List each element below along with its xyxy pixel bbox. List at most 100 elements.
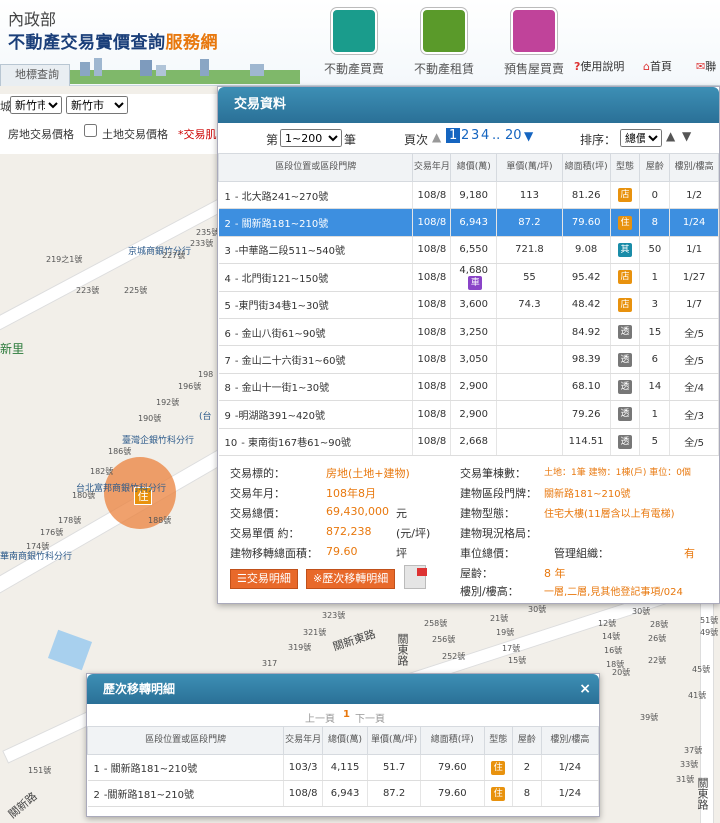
site-title[interactable]: 不動產交易實價查詢服務網 — [8, 28, 218, 53]
page-prev-icon[interactable]: ▲ — [432, 130, 441, 144]
property-type-icon: 透 — [618, 325, 632, 340]
deal-unit-price-cell: 113 — [496, 181, 563, 210]
map-address-number: 151號 — [28, 766, 52, 775]
help-link[interactable]: ?使用說明 — [574, 58, 624, 74]
sort-asc-icon[interactable]: ▲ — [666, 129, 675, 143]
row-number: 3 — [224, 246, 231, 258]
contact-link[interactable]: ✉聯 — [696, 58, 716, 74]
landmark-search-tab[interactable]: 地標查詢 — [0, 64, 70, 86]
history-pager: 上一頁 1 下一頁 — [87, 704, 599, 726]
deal-total-cell: 3,050 — [450, 345, 498, 374]
history-row[interactable]: 2 -關新路181~210號 108/8 6,943 87.2 79.60 住 8 1/24 — [87, 780, 600, 807]
deal-floor-cell: 1/7 — [669, 291, 719, 319]
detail-key: 建物移轉總面積： — [230, 547, 318, 560]
history-age-cell: 2 — [512, 754, 542, 781]
total-value: 3,250 — [459, 326, 489, 338]
detail-value: 108年8月 — [326, 487, 376, 500]
nav-presale[interactable]: 預售屋買賣 — [486, 8, 582, 77]
ministry-name: 內政部 — [8, 10, 57, 29]
column-header: 單價(萬/坪) — [366, 726, 422, 755]
column-header: 區段位置或區段門牌 — [86, 726, 285, 755]
city-select[interactable]: 新竹市 — [10, 96, 62, 114]
deal-type-cell: 店 — [610, 291, 641, 319]
detail-key: 建物區段門牌： — [460, 487, 537, 500]
page-range-select[interactable]: 1~200 — [280, 129, 342, 147]
detail-key: 交易年月： — [230, 487, 285, 500]
nav-real-estate-rent[interactable]: 不動產租賃 — [396, 8, 492, 77]
close-icon[interactable]: × — [579, 674, 591, 704]
deal-row[interactable]: 8- 金山十一街1~30號 108/8 2,900 68.10 透 14 全/4 — [218, 373, 719, 402]
column-header[interactable]: 樓別/樓高 — [669, 153, 719, 182]
row-address: - 關新路181~210號 — [103, 764, 198, 775]
history-prev-link[interactable]: 上一頁 — [305, 710, 335, 725]
history-next-link[interactable]: 下一頁 — [355, 710, 385, 725]
deal-detail-button[interactable]: ☰交易明細 — [230, 569, 298, 589]
sort-label: 排序： — [580, 133, 617, 147]
column-header[interactable]: 總價(萬) — [450, 153, 498, 182]
deal-floor-cell: 全/4 — [669, 373, 719, 402]
list-icon: ☰ — [237, 572, 247, 585]
transfer-history-button[interactable]: ※歷次移轉明細 — [306, 569, 396, 589]
deal-address-cell: 4- 北門街121~150號 — [218, 263, 414, 292]
page-link[interactable]: 4 — [481, 128, 489, 143]
page-link-current[interactable]: 1 — [446, 128, 461, 143]
column-header[interactable]: 屋齡 — [639, 153, 671, 182]
property-type-icon: 住 — [618, 215, 632, 230]
deal-toolbar: 第 1~200 筆 頁次 ▲ 1 2 3 4 .. 20 ▼ 排序： 總價 ▲ … — [218, 123, 719, 153]
deal-row[interactable]: 10- 東南街167巷61~90號 108/8 2,668 114.51 透 5 全/5 — [218, 428, 719, 456]
column-header: 樓別/樓高 — [540, 726, 600, 755]
land-price-checkbox[interactable] — [84, 124, 97, 137]
nav-real-estate-sale[interactable]: 不動產買賣 — [306, 8, 402, 77]
deal-row[interactable]: 4- 北門街121~150號 108/8 4,680車 55 95.42 店 1 1/27 — [218, 263, 719, 292]
home-link[interactable]: ⌂首頁 — [643, 58, 672, 74]
detail-key: 建物現況格局： — [460, 527, 537, 540]
deal-tab-label[interactable]: *交易肌 — [178, 126, 217, 142]
pdf-export-icon[interactable] — [404, 565, 427, 589]
deal-address-cell: 3 -中華路二段511~540號 — [218, 236, 414, 265]
map-address-number: 190號 — [138, 414, 162, 423]
deal-row[interactable]: 1- 北大路241~270號 108/8 9,180 113 81.26 店 0 1/2 — [218, 181, 719, 210]
deal-address-cell: 2- 關新路181~210號 — [218, 208, 414, 237]
district-select[interactable]: 新竹市 — [66, 96, 128, 114]
deal-total-cell: 3,600 — [450, 291, 498, 319]
deal-type-cell: 透 — [610, 345, 641, 374]
page-link[interactable]: 2 — [461, 128, 469, 143]
detail-value: 房地(土地+建物) — [326, 467, 410, 480]
row-address: - 金山二十六街31~60號 — [234, 356, 346, 368]
page-link[interactable]: 3 — [471, 128, 479, 143]
deal-row[interactable]: 2- 關新路181~210號 108/8 6,943 87.2 79.60 住 8 1/24 — [218, 208, 719, 237]
column-header[interactable]: 區段位置或區段門牌 — [217, 153, 414, 182]
total-value: 3,050 — [459, 354, 489, 366]
detail-key: 交易筆棟數： — [460, 467, 526, 480]
deal-type-cell: 透 — [610, 318, 641, 347]
deal-address-cell: 1- 北大路241~270號 — [218, 181, 414, 210]
history-page-current[interactable]: 1 — [343, 709, 350, 720]
sort-select[interactable]: 總價 — [620, 129, 662, 147]
house-sale-icon — [331, 8, 377, 54]
page-link-last[interactable]: 20 — [505, 128, 522, 143]
history-table: 區段位置或區段門牌 交易年月 總價(萬) 單價(萬/坪) 總面積(坪) 型態 屋齡 樓別/樓高… — [86, 726, 600, 807]
history-total-cell: 4,115 — [322, 754, 368, 781]
deal-row[interactable]: 3 -中華路二段511~540號 108/8 6,550 721.8 9.08 其 50 1/1 — [218, 236, 719, 265]
page-next-icon[interactable]: ▼ — [524, 129, 533, 143]
column-header[interactable]: 型態 — [609, 153, 641, 182]
parking-badge-icon: 車 — [468, 275, 483, 290]
column-header[interactable]: 交易年月 — [412, 153, 452, 182]
map-address-number: 12號 — [598, 619, 617, 628]
history-age-cell: 8 — [512, 780, 542, 807]
deal-row[interactable]: 7- 金山二十六街31~60號 108/8 3,050 98.39 透 6 全/5 — [218, 345, 719, 374]
deal-row[interactable]: 5 -東門街34巷1~30號 108/8 3,600 74.3 48.42 店 3 1/7 — [218, 291, 719, 319]
map-address-number: 37號 — [684, 746, 703, 755]
deal-row[interactable]: 6- 金山八街61~90號 108/8 3,250 84.92 透 15 全/5 — [218, 318, 719, 347]
history-unit-price-cell: 87.2 — [367, 780, 422, 807]
property-type-icon: 透 — [618, 434, 632, 449]
page-suffix: 筆 — [344, 133, 357, 147]
history-row[interactable]: 1- 關新路181~210號 103/3 4,115 51.7 79.60 住 2 1/24 — [87, 754, 600, 781]
column-header[interactable]: 總面積(坪) — [561, 153, 611, 182]
history-address-cell: 2 -關新路181~210號 — [87, 780, 285, 807]
deal-table-body: 1- 北大路241~270號 108/8 9,180 113 81.26 店 0 1/2 2- … — [218, 181, 719, 456]
sort-desc-icon[interactable]: ▼ — [682, 129, 691, 143]
column-header[interactable]: 單價(萬/坪) — [496, 153, 563, 182]
deal-row[interactable]: 9 -明湖路391~420號 108/8 2,900 79.26 透 1 全/3 — [218, 400, 719, 429]
detail-key: 管理組織： — [554, 547, 609, 560]
